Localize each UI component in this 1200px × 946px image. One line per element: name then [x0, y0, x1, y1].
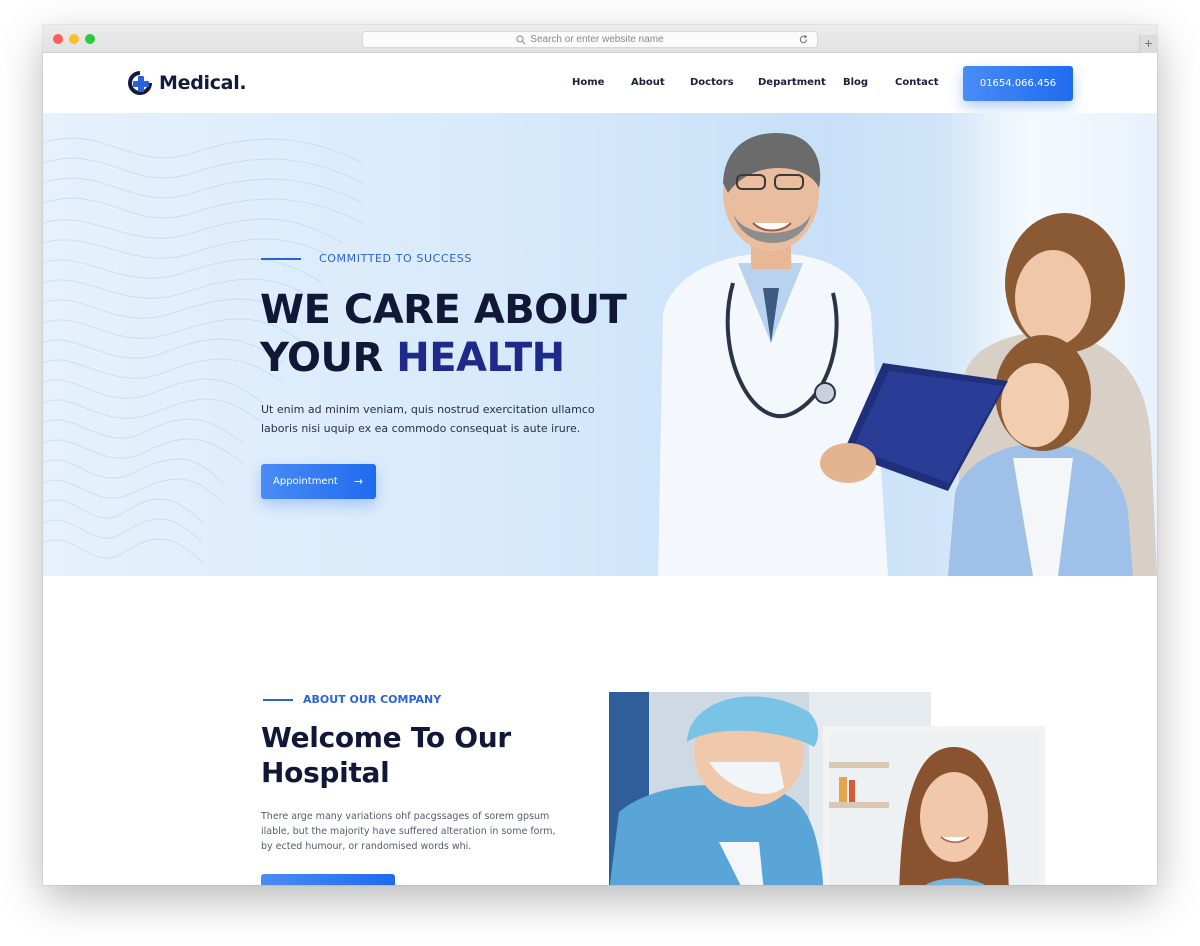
reload-icon[interactable] — [798, 34, 809, 45]
site-logo[interactable]: Medical. — [127, 70, 247, 96]
brand-name: Medical. — [159, 72, 247, 94]
browser-window: Search or enter website name + Medical. … — [43, 25, 1157, 885]
about-title-line-1: Welcome To Our — [261, 721, 511, 754]
nav-home[interactable]: Home — [572, 77, 604, 88]
screenshot-stage: Search or enter website name + Medical. … — [0, 0, 1200, 946]
nav-blog[interactable]: Blog — [843, 77, 868, 88]
hero-title-your: YOUR — [260, 335, 397, 381]
nav-about[interactable]: About — [631, 77, 665, 88]
appointment-button-label: Appointment — [273, 476, 338, 487]
hero-title: WE CARE ABOUT YOUR HEALTH — [260, 286, 627, 382]
about-description: There arge many variations ohf pacgssage… — [261, 811, 556, 852]
appointment-button[interactable]: Appointment → — [261, 464, 376, 499]
medical-cross-logo-icon — [128, 71, 152, 95]
hero-description: Ut enim ad minim veniam, quis nostrud ex… — [261, 403, 595, 435]
about-eyebrow-divider — [263, 699, 293, 701]
new-tab-button[interactable]: + — [1139, 35, 1157, 53]
about-section: ABOUT OUR COMPANY Welcome To Our Hospita… — [43, 576, 1157, 885]
nav-doctors[interactable]: Doctors — [690, 77, 734, 88]
address-bar[interactable]: Search or enter website name — [362, 31, 818, 48]
receptionist-photo-frame — [823, 726, 1045, 885]
close-window-button[interactable] — [53, 34, 63, 44]
hero-section: COMMITTED TO SUCCESS WE CARE ABOUT YOUR … — [43, 113, 1157, 576]
hero-eyebrow: COMMITTED TO SUCCESS — [319, 252, 472, 265]
about-title-line-2: Hospital — [261, 756, 390, 789]
browser-toolbar: Search or enter website name + — [43, 25, 1157, 53]
about-title: Welcome To Our Hospital — [261, 720, 511, 790]
zoom-window-button[interactable] — [85, 34, 95, 44]
about-read-more-button[interactable] — [261, 874, 395, 885]
hero-title-highlight: HEALTH — [396, 335, 565, 381]
hero-title-line-2: YOUR HEALTH — [260, 334, 626, 382]
minimize-window-button[interactable] — [69, 34, 79, 44]
doctor-and-family-photo — [658, 132, 1157, 576]
about-eyebrow: ABOUT OUR COMPANY — [303, 693, 442, 706]
arrow-right-icon: → — [353, 475, 364, 488]
phone-button[interactable]: 01654.066.456 — [963, 66, 1073, 101]
nav-contact[interactable]: Contact — [895, 77, 939, 88]
receptionist-illustration — [829, 732, 1039, 885]
nav-department[interactable]: Department — [758, 77, 826, 88]
receptionist-photo — [829, 732, 1039, 885]
search-icon — [516, 34, 526, 44]
address-bar-placeholder: Search or enter website name — [530, 34, 664, 45]
hero-title-line-1: WE CARE ABOUT — [260, 287, 627, 333]
site-header: Medical. Home About Doctors Department B… — [43, 53, 1157, 113]
eyebrow-divider — [261, 258, 301, 260]
